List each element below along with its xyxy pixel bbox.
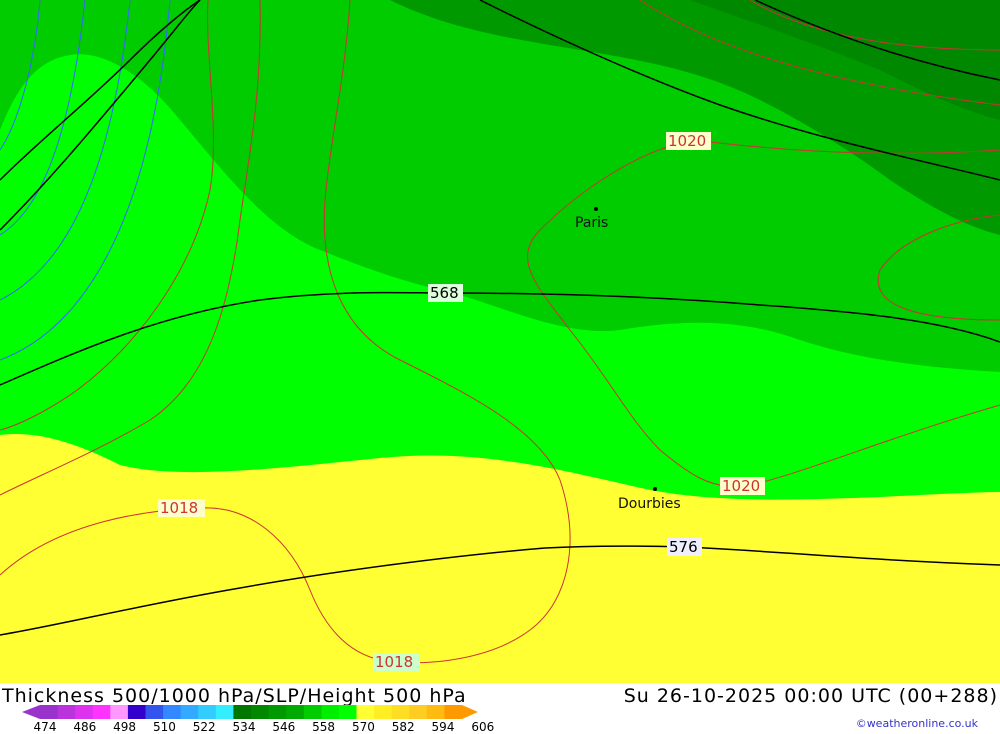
scale-swatch [163, 705, 182, 719]
scale-swatch [92, 705, 111, 719]
svg-text:1020: 1020 [668, 132, 706, 150]
scale-swatch [127, 705, 146, 719]
city-marker-paris [594, 207, 598, 211]
scale-swatch [110, 705, 129, 719]
scale-swatch [40, 705, 59, 719]
scale-tick-label: 522 [192, 720, 216, 734]
scale-tick-label: 546 [272, 720, 296, 734]
height-label-568: 568 [428, 284, 463, 302]
scale-swatch [215, 705, 234, 719]
height-label-576: 576 [667, 538, 702, 556]
city-label-paris: Paris [575, 215, 608, 231]
scale-swatch [303, 705, 322, 719]
scale-swatch [251, 705, 270, 719]
pressure-label-1018-south: 1018 [373, 653, 420, 671]
scale-swatch [145, 705, 164, 719]
scale-tick-label: 474 [33, 720, 57, 734]
svg-text:1018: 1018 [160, 499, 198, 517]
city-marker-dourbies [653, 487, 657, 491]
scale-tick-label: 606 [471, 720, 495, 734]
scale-swatch [338, 705, 357, 719]
scale-swatch [198, 705, 217, 719]
scale-swatch [75, 705, 94, 719]
pressure-label-1018-west: 1018 [158, 499, 205, 517]
scale-swatch [321, 705, 340, 719]
scale-tick-label: 594 [431, 720, 455, 734]
weather-map: Paris Dourbies 568 576 1020 1020 1018 10… [0, 0, 1000, 683]
scale-swatch [286, 705, 305, 719]
scale-swatch [268, 705, 287, 719]
scale-swatch [444, 705, 463, 719]
scale-swatch [374, 705, 393, 719]
svg-text:1020: 1020 [722, 477, 760, 495]
scale-tick-label: 534 [232, 720, 256, 734]
map-datetime: Su 26-10-2025 00:00 UTC (00+288) [623, 685, 998, 707]
pressure-label-1020-south: 1020 [720, 477, 765, 495]
scale-swatch [233, 705, 252, 719]
color-scale-bar [22, 705, 478, 719]
scale-swatch [356, 705, 375, 719]
scale-arrow-left [22, 705, 40, 719]
scale-swatch [409, 705, 428, 719]
svg-text:568: 568 [430, 284, 459, 302]
scale-tick-label: 582 [391, 720, 415, 734]
scale-swatch [57, 705, 76, 719]
scale-swatch [391, 705, 410, 719]
map-footer: Thickness 500/1000 hPa/SLP/Height 500 hP… [0, 683, 1000, 734]
credit-text: ©weatheronline.co.uk [855, 717, 978, 730]
scale-arrow-right [462, 705, 478, 719]
scale-tick-label: 498 [113, 720, 137, 734]
scale-swatch [180, 705, 199, 719]
scale-tick-label: 558 [312, 720, 336, 734]
svg-text:576: 576 [669, 538, 698, 556]
scale-tick-label: 510 [152, 720, 176, 734]
scale-swatch [426, 705, 445, 719]
scale-tick-label: 486 [73, 720, 97, 734]
city-label-dourbies: Dourbies [618, 496, 681, 512]
scale-tick-label: 570 [351, 720, 375, 734]
pressure-label-1020-north: 1020 [666, 132, 711, 150]
svg-text:1018: 1018 [375, 653, 413, 671]
